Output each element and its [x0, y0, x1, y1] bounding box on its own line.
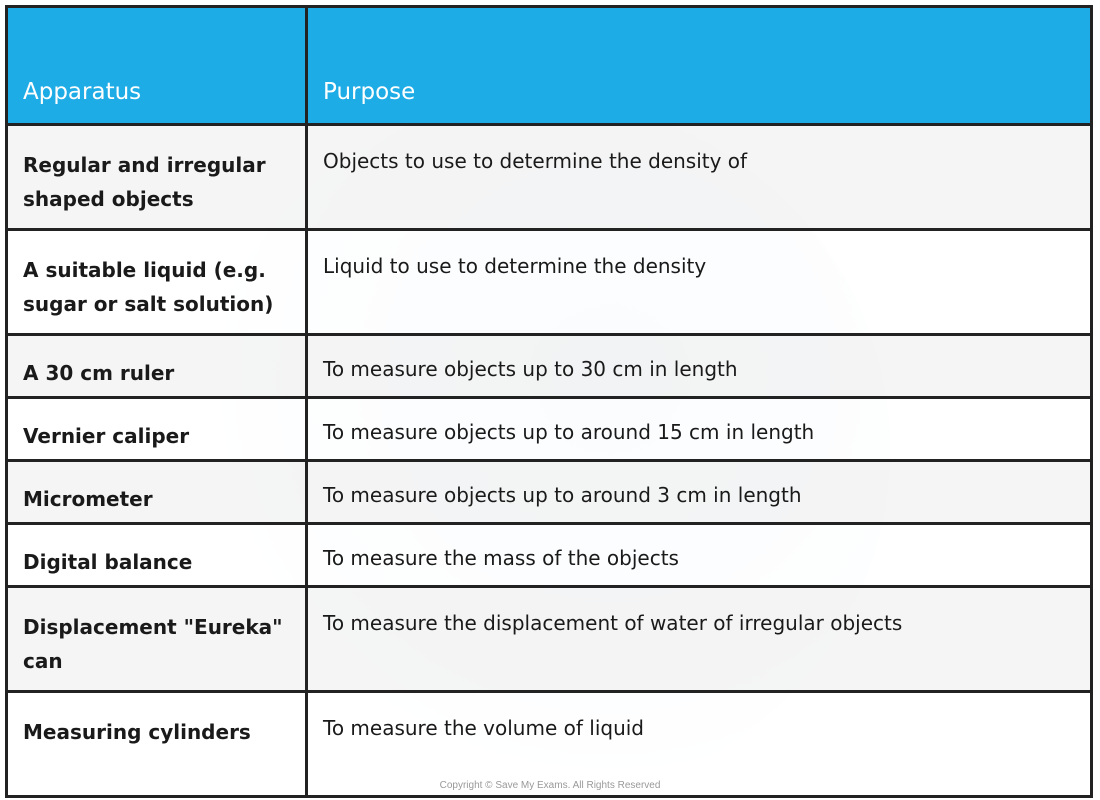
table-row: A suitable liquid (e.g. sugar or salt so…: [5, 228, 1093, 336]
apparatus-cell: Vernier caliper: [5, 396, 308, 462]
table-row: Displacement "Eureka" can To measure the…: [5, 585, 1093, 693]
purpose-cell: Objects to use to determine the density …: [305, 123, 1093, 231]
purpose-cell: To measure the displacement of water of …: [305, 585, 1093, 693]
purpose-cell: To measure objects up to 30 cm in length: [305, 333, 1093, 399]
apparatus-cell: Micrometer: [5, 459, 308, 525]
header-purpose: Purpose: [305, 5, 1093, 126]
purpose-cell: To measure objects up to around 3 cm in …: [305, 459, 1093, 525]
apparatus-cell: Regular and irregular shaped objects: [5, 123, 308, 231]
copyright-notice: Copyright © Save My Exams. All Rights Re…: [439, 780, 661, 791]
apparatus-cell: A 30 cm ruler: [5, 333, 308, 399]
header-row: Apparatus Purpose: [5, 5, 1093, 126]
table-row: A 30 cm ruler To measure objects up to 3…: [5, 333, 1093, 399]
purpose-cell: Liquid to use to determine the density: [305, 228, 1093, 336]
apparatus-cell: A suitable liquid (e.g. sugar or salt so…: [5, 228, 308, 336]
purpose-cell: To measure the mass of the objects: [305, 522, 1093, 588]
apparatus-cell: Digital balance: [5, 522, 308, 588]
table-row: Digital balance To measure the mass of t…: [5, 522, 1093, 588]
apparatus-cell: Displacement "Eureka" can: [5, 585, 308, 693]
table-row: Vernier caliper To measure objects up to…: [5, 396, 1093, 462]
header-apparatus: Apparatus: [5, 5, 308, 126]
purpose-cell: To measure objects up to around 15 cm in…: [305, 396, 1093, 462]
table-row: Micrometer To measure objects up to arou…: [5, 459, 1093, 525]
table-row: Regular and irregular shaped objects Obj…: [5, 123, 1093, 231]
apparatus-table: Apparatus Purpose Regular and irregular …: [5, 5, 1093, 798]
